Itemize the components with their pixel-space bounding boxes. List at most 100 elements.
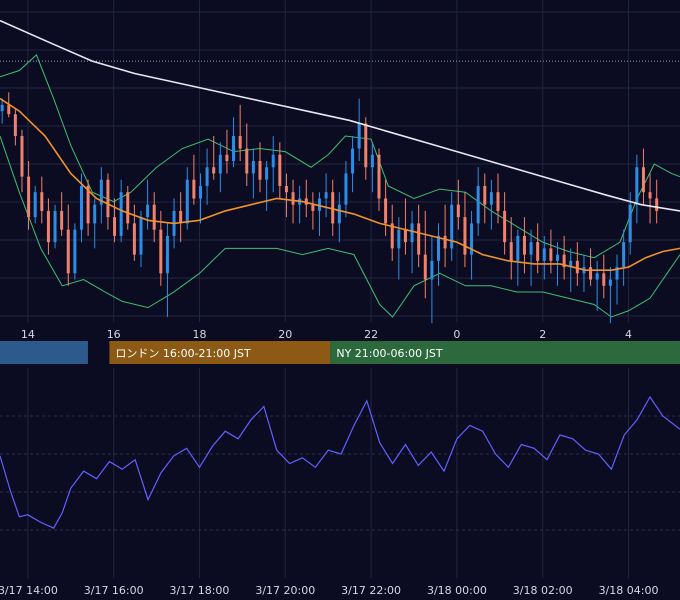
- candle-body: [417, 223, 421, 255]
- oscillator-line: [0, 395, 680, 529]
- candle-body: [212, 167, 216, 174]
- candle-body: [106, 179, 110, 218]
- tokyo-session-band[interactable]: [0, 341, 88, 364]
- candle-body: [159, 229, 163, 274]
- main-x-tick-label: 22: [364, 328, 378, 341]
- london-session-label: ロンドン 16:00-21:00 JST: [115, 347, 251, 360]
- candle-body: [503, 210, 507, 243]
- candle-body: [238, 136, 242, 149]
- candle-body: [377, 154, 381, 199]
- candle-body: [66, 229, 70, 274]
- candle-body: [364, 123, 368, 168]
- candle-body: [648, 192, 652, 199]
- candle-body: [589, 267, 593, 280]
- candle-body: [344, 173, 348, 205]
- candle-body: [73, 229, 77, 274]
- candle-body: [324, 192, 328, 199]
- main-x-tick-label: 20: [278, 328, 292, 341]
- candle-body: [516, 235, 520, 261]
- candle-body: [331, 192, 335, 224]
- candle-body: [258, 161, 262, 180]
- candle-body: [456, 204, 460, 218]
- candle-body: [284, 185, 288, 193]
- candle-body: [132, 223, 136, 255]
- candle-body: [265, 167, 269, 180]
- candle-body: [608, 279, 612, 286]
- candle-body: [622, 242, 626, 268]
- candle-body: [291, 192, 295, 205]
- candle-body: [146, 204, 150, 218]
- candle-body: [218, 154, 222, 174]
- candle-body: [628, 204, 632, 243]
- candle-body: [595, 273, 599, 280]
- candle-body: [126, 192, 130, 224]
- candle-body: [370, 154, 374, 168]
- candle-body: [655, 198, 659, 211]
- main-x-axis: 14 16 18 20 22 0 2 4: [21, 328, 632, 341]
- candle-body: [483, 185, 487, 205]
- main-x-tick-label: 2: [539, 328, 546, 341]
- candle-body: [53, 210, 57, 243]
- candle-body: [443, 235, 447, 249]
- candle-body: [575, 260, 579, 274]
- candle-body: [13, 114, 17, 137]
- candle-body: [641, 167, 645, 193]
- candle-body: [165, 235, 169, 274]
- candle-body: [225, 154, 229, 161]
- candle-body: [192, 179, 196, 199]
- candle-body: [113, 217, 117, 236]
- oscillator-grid: [0, 368, 680, 578]
- main-x-tick-label: 16: [107, 328, 121, 341]
- osc-x-tick-label: 3/17 22:00: [341, 584, 401, 597]
- candle-body: [529, 242, 533, 255]
- candle-body: [489, 192, 493, 205]
- candle-body: [152, 204, 156, 230]
- chart-canvas: 14 16 18 20 22 0 2 4 ロンドン 16:00-21:00 JST NY 21…: [0, 0, 680, 597]
- candle-body: [198, 185, 202, 199]
- candle-body: [205, 167, 209, 186]
- candle-body: [430, 260, 434, 280]
- oscillator-series-line: [0, 395, 680, 529]
- oscillator-x-axis: 3/17 14:00 3/17 16:00 3/17 18:00 3/17 20:00…: [0, 584, 658, 597]
- candle-body: [7, 104, 11, 115]
- candle-body: [46, 210, 50, 243]
- candle-body: [60, 210, 64, 230]
- candle-body: [437, 235, 441, 261]
- candle-body: [79, 185, 83, 230]
- candle-body: [410, 223, 414, 243]
- osc-x-tick-label: 3/17 16:00: [84, 584, 144, 597]
- candle-body: [476, 185, 480, 224]
- candle-body: [311, 204, 315, 211]
- candle-body: [357, 123, 361, 149]
- osc-x-tick-label: 3/18 00:00: [427, 584, 487, 597]
- candle-body: [245, 148, 249, 174]
- candle-body: [397, 229, 401, 249]
- main-x-tick-label: 0: [453, 328, 460, 341]
- candle-body: [542, 248, 546, 261]
- candle-body: [0, 104, 4, 112]
- candle-body: [635, 167, 639, 205]
- candle-body: [20, 136, 24, 177]
- candle-body: [403, 229, 407, 243]
- candle-body: [522, 235, 526, 255]
- main-x-tick-label: 4: [625, 328, 632, 341]
- candle-body: [423, 254, 427, 280]
- osc-x-tick-label: 3/17 14:00: [0, 584, 58, 597]
- main-grid: [0, 0, 680, 322]
- candle-body: [351, 148, 355, 174]
- candle-body: [251, 161, 255, 174]
- candle-body: [463, 217, 467, 255]
- candle-body: [119, 192, 123, 236]
- bollinger-lower-line: [0, 135, 680, 318]
- chart-root: 14 16 18 20 22 0 2 4 ロンドン 16:00-21:00 JST NY 21…: [0, 0, 680, 600]
- osc-x-tick-label: 3/17 20:00: [255, 584, 315, 597]
- candle-body: [271, 154, 275, 168]
- candle-body: [33, 192, 37, 218]
- candle-body: [27, 176, 31, 218]
- candle-body: [179, 210, 183, 224]
- bollinger-upper-line: [0, 54, 680, 259]
- candle-body: [232, 136, 236, 161]
- moving-averages: [0, 19, 680, 272]
- candle-body: [556, 254, 560, 261]
- candle-body: [602, 273, 606, 286]
